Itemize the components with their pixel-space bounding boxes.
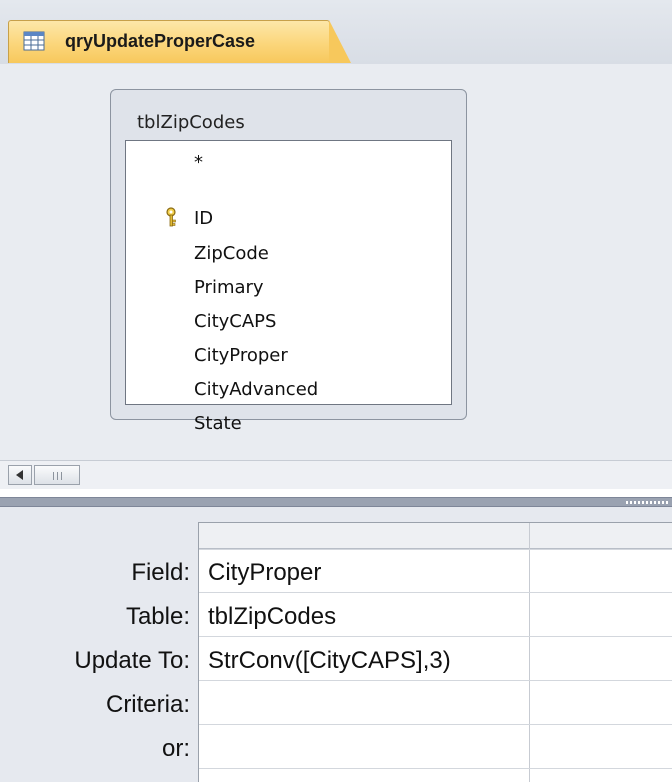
field-item-cityproper[interactable]: CityProper — [194, 346, 288, 366]
table-name: tblZipCodes — [137, 112, 245, 133]
row-label-update-to: Update To: — [74, 647, 190, 674]
row-divider — [199, 636, 672, 637]
table-field-list-window[interactable]: tblZipCodes * ID ZipCode Primary CityCAP… — [110, 89, 467, 434]
row-divider — [199, 768, 672, 769]
row-divider — [199, 680, 672, 681]
field-item-cityadvanced[interactable]: CityAdvanced — [194, 380, 318, 400]
design-pane-horizontal-scrollbar[interactable] — [0, 460, 672, 489]
row-label-or: or: — [161, 735, 190, 762]
cell-table-1[interactable]: tblZipCodes — [208, 603, 336, 631]
query-tab[interactable]: qryUpdateProperCase — [8, 20, 351, 63]
splitter-grip[interactable] — [626, 501, 670, 504]
field-item-zipcode[interactable]: ZipCode — [194, 244, 269, 264]
cell-field-1[interactable]: CityProper — [208, 559, 321, 587]
scroll-thumb[interactable] — [34, 465, 80, 485]
field-item-state[interactable]: State — [194, 414, 242, 434]
row-label-table: Table: — [125, 603, 190, 630]
primary-key-icon — [166, 207, 176, 227]
query-design-grid-area: Field: Table: Update To: Criteria: or: C… — [0, 507, 672, 782]
column-selector-1[interactable] — [199, 523, 529, 549]
row-label-field: Field: — [131, 559, 190, 586]
design-pane: tblZipCodes * ID ZipCode Primary CityCAP… — [0, 64, 672, 460]
query-icon — [23, 31, 45, 51]
field-list[interactable]: * ID ZipCode Primary CityCAPS CityProper… — [125, 140, 452, 434]
row-divider — [199, 592, 672, 593]
column-selector-2[interactable] — [530, 523, 672, 549]
field-item-primary[interactable]: Primary — [194, 278, 264, 298]
field-item-citycaps[interactable]: CityCAPS — [194, 312, 276, 332]
column-divider — [529, 523, 530, 782]
row-label-criteria: Criteria: — [105, 691, 190, 718]
field-item-all[interactable]: * — [194, 153, 203, 173]
query-tab-label: qryUpdateProperCase — [65, 31, 256, 51]
field-item-id[interactable]: ID — [194, 209, 213, 229]
query-designer-window: qryUpdateProperCase tblZipCodes * ID Zip… — [0, 0, 672, 782]
cell-update-to-1[interactable]: StrConv([CityCAPS],3) — [208, 647, 451, 675]
row-divider — [199, 724, 672, 725]
document-tab-strip: qryUpdateProperCase — [0, 0, 672, 65]
row-divider — [199, 549, 672, 550]
pane-splitter[interactable] — [0, 497, 672, 507]
scroll-left-button[interactable] — [8, 465, 32, 485]
